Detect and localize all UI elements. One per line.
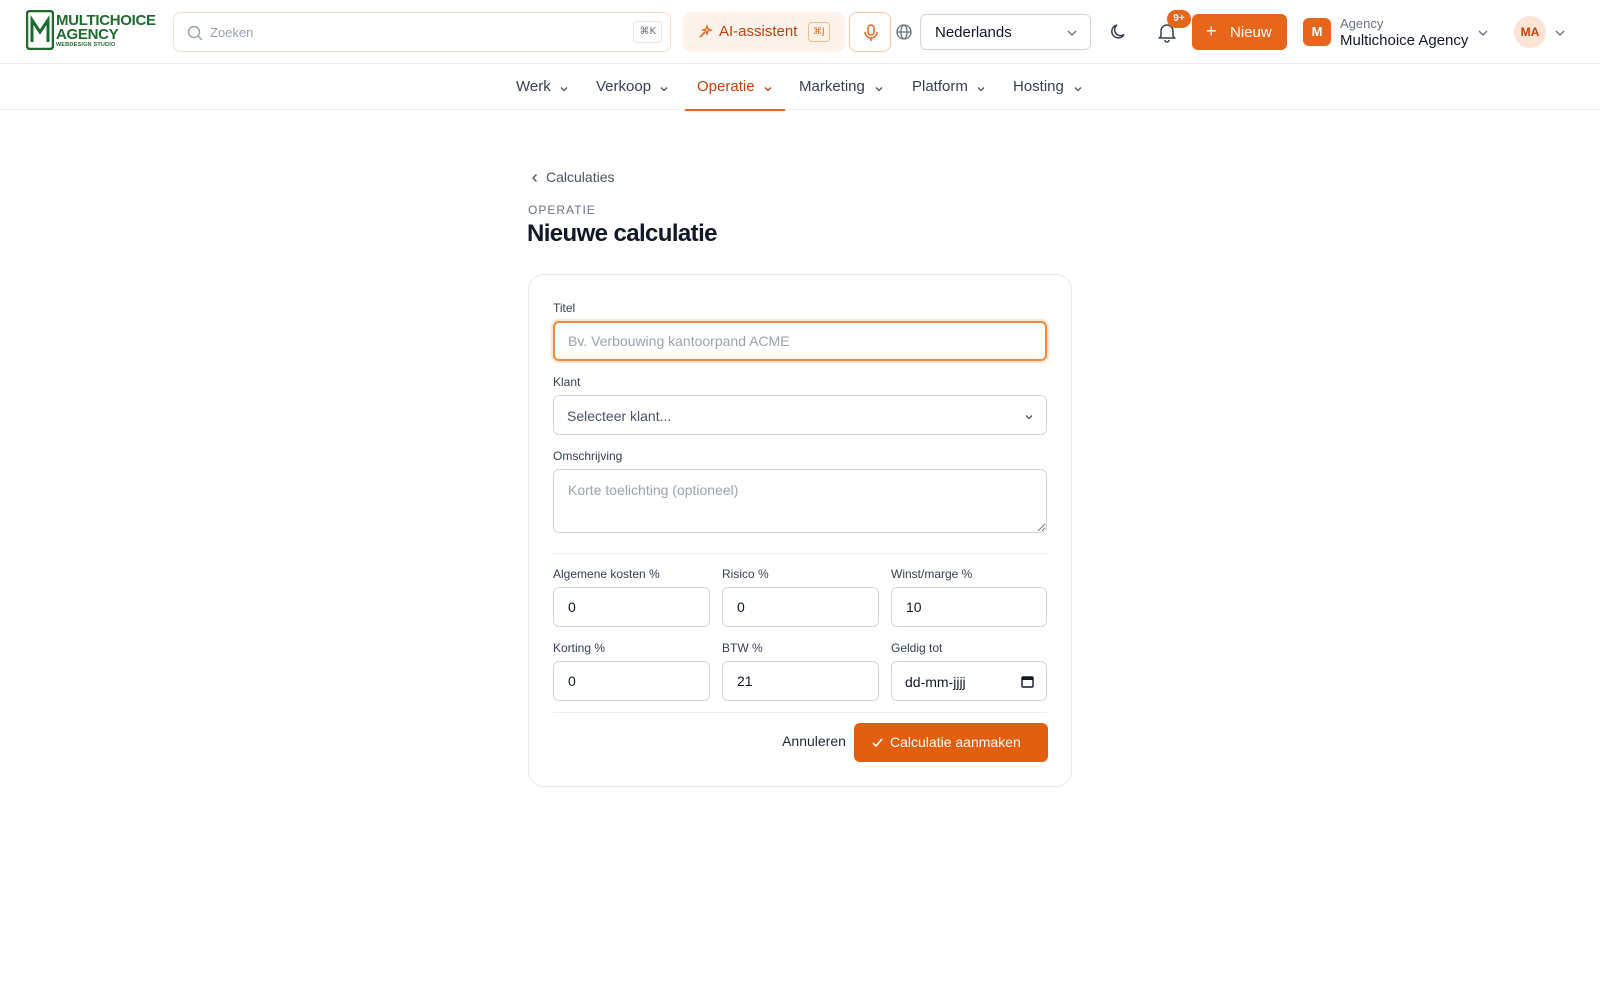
klant-select[interactable]: Selecteer klant... bbox=[553, 395, 1047, 435]
main-nav: Werk Verkoop Operatie Marketing Platform… bbox=[0, 64, 1600, 111]
chevron-down-icon bbox=[1074, 87, 1082, 92]
korting-input[interactable] bbox=[553, 661, 710, 701]
geldig-tot-placeholder: dd-mm-jjjj bbox=[905, 674, 966, 690]
search-bar[interactable]: ⌘K bbox=[173, 12, 671, 52]
org-avatar: M bbox=[1303, 18, 1331, 46]
geldig-tot-label: Geldig tot bbox=[891, 641, 943, 655]
org-kind: Agency bbox=[1340, 16, 1384, 31]
back-link-label: Calculaties bbox=[546, 169, 615, 185]
divider bbox=[553, 712, 1047, 713]
create-calculation-label: Calculatie aanmaken bbox=[890, 734, 1021, 750]
user-avatar[interactable]: MA bbox=[1514, 16, 1546, 48]
ai-assistant-label: AI-assistent bbox=[719, 23, 798, 40]
nav-item-marketing[interactable]: Marketing bbox=[787, 64, 893, 110]
ai-assistant-button[interactable]: AI-assistent ⌘J bbox=[683, 12, 845, 52]
chevron-down-icon bbox=[875, 87, 883, 92]
nav-item-label: Hosting bbox=[1013, 78, 1064, 95]
create-calculation-button[interactable]: Calculatie aanmaken bbox=[854, 723, 1048, 762]
logo-line-3: WEBDESIGN STUDIO bbox=[56, 42, 116, 48]
nav-item-label: Werk bbox=[516, 78, 551, 95]
chevron-down-icon bbox=[560, 87, 568, 92]
divider bbox=[553, 553, 1047, 554]
risico-label: Risico % bbox=[722, 567, 769, 581]
language-value: Nederlands bbox=[935, 24, 1012, 41]
check-icon bbox=[872, 738, 883, 748]
globe-icon bbox=[896, 24, 912, 40]
search-input[interactable] bbox=[210, 21, 610, 43]
omschrijving-label: Omschrijving bbox=[553, 449, 623, 463]
logo-line-2: AGENCY bbox=[56, 26, 119, 43]
algemene-kosten-input[interactable] bbox=[553, 587, 710, 627]
nav-item-werk[interactable]: Werk bbox=[504, 64, 576, 110]
chevron-down-icon bbox=[764, 87, 772, 92]
cancel-button[interactable]: Annuleren bbox=[773, 723, 855, 759]
risico-input[interactable] bbox=[722, 587, 879, 627]
logo[interactable]: MULTICHOICE AGENCY WEBDESIGN STUDIO bbox=[26, 10, 156, 52]
algemene-kosten-label: Algemene kosten % bbox=[553, 567, 660, 581]
winst-marge-label: Winst/marge % bbox=[891, 567, 973, 581]
nav-item-hosting[interactable]: Hosting bbox=[1001, 64, 1097, 110]
klant-select-value: Selecteer klant... bbox=[567, 408, 672, 424]
notifications-badge: 9+ bbox=[1167, 10, 1191, 28]
nav-item-operatie[interactable]: Operatie bbox=[685, 64, 785, 111]
language-select[interactable]: Nederlands bbox=[920, 14, 1091, 50]
nav-item-verkoop[interactable]: Verkoop bbox=[584, 64, 676, 110]
logo-mark-icon bbox=[26, 10, 54, 50]
btw-input[interactable] bbox=[722, 661, 879, 701]
nav-item-label: Marketing bbox=[799, 78, 865, 95]
voice-input-button[interactable] bbox=[849, 12, 891, 52]
klant-label: Klant bbox=[553, 375, 581, 389]
titel-label: Titel bbox=[553, 301, 576, 315]
microphone-icon bbox=[864, 24, 878, 41]
chevron-down-icon bbox=[1067, 30, 1077, 36]
org-name: Multichoice Agency bbox=[1340, 32, 1469, 49]
nav-item-label: Operatie bbox=[697, 78, 755, 95]
korting-label: Korting % bbox=[553, 641, 606, 655]
chevron-down-icon bbox=[1478, 30, 1488, 36]
active-nav-indicator bbox=[685, 109, 785, 111]
ai-shortcut: ⌘J bbox=[808, 22, 830, 42]
new-button[interactable]: + Nieuw bbox=[1192, 14, 1287, 50]
geldig-tot-date-input[interactable]: dd-mm-jjjj bbox=[891, 661, 1047, 701]
plus-icon: + bbox=[1206, 21, 1217, 41]
dark-mode-toggle-icon[interactable] bbox=[1109, 22, 1129, 42]
omschrijving-textarea[interactable] bbox=[553, 469, 1047, 533]
sparkle-icon bbox=[699, 24, 713, 38]
chevron-left-icon bbox=[532, 174, 537, 182]
search-icon bbox=[187, 25, 203, 41]
nav-item-label: Verkoop bbox=[596, 78, 652, 95]
chevron-down-icon bbox=[1025, 415, 1033, 420]
nav-item-label: Platform bbox=[912, 78, 968, 95]
top-bar: MULTICHOICE AGENCY WEBDESIGN STUDIO ⌘K A… bbox=[0, 0, 1600, 64]
calculation-form: Titel Klant Selecteer klant... Omschrijv… bbox=[528, 274, 1072, 787]
organization-switcher[interactable]: M Agency Multichoice Agency bbox=[1303, 12, 1493, 52]
calendar-icon[interactable] bbox=[1021, 675, 1034, 688]
chevron-down-icon bbox=[660, 87, 668, 92]
chevron-down-icon bbox=[977, 87, 985, 92]
search-shortcut: ⌘K bbox=[633, 21, 662, 43]
winst-marge-input[interactable] bbox=[891, 587, 1047, 627]
new-button-label: Nieuw bbox=[1230, 24, 1272, 41]
btw-label: BTW % bbox=[722, 641, 763, 655]
nav-item-platform[interactable]: Platform bbox=[900, 64, 996, 110]
page-title: Nieuwe calculatie bbox=[527, 220, 717, 247]
section-eyebrow: OPERATIE bbox=[528, 203, 596, 217]
chevron-down-icon[interactable] bbox=[1554, 27, 1566, 39]
titel-input[interactable] bbox=[553, 321, 1047, 361]
